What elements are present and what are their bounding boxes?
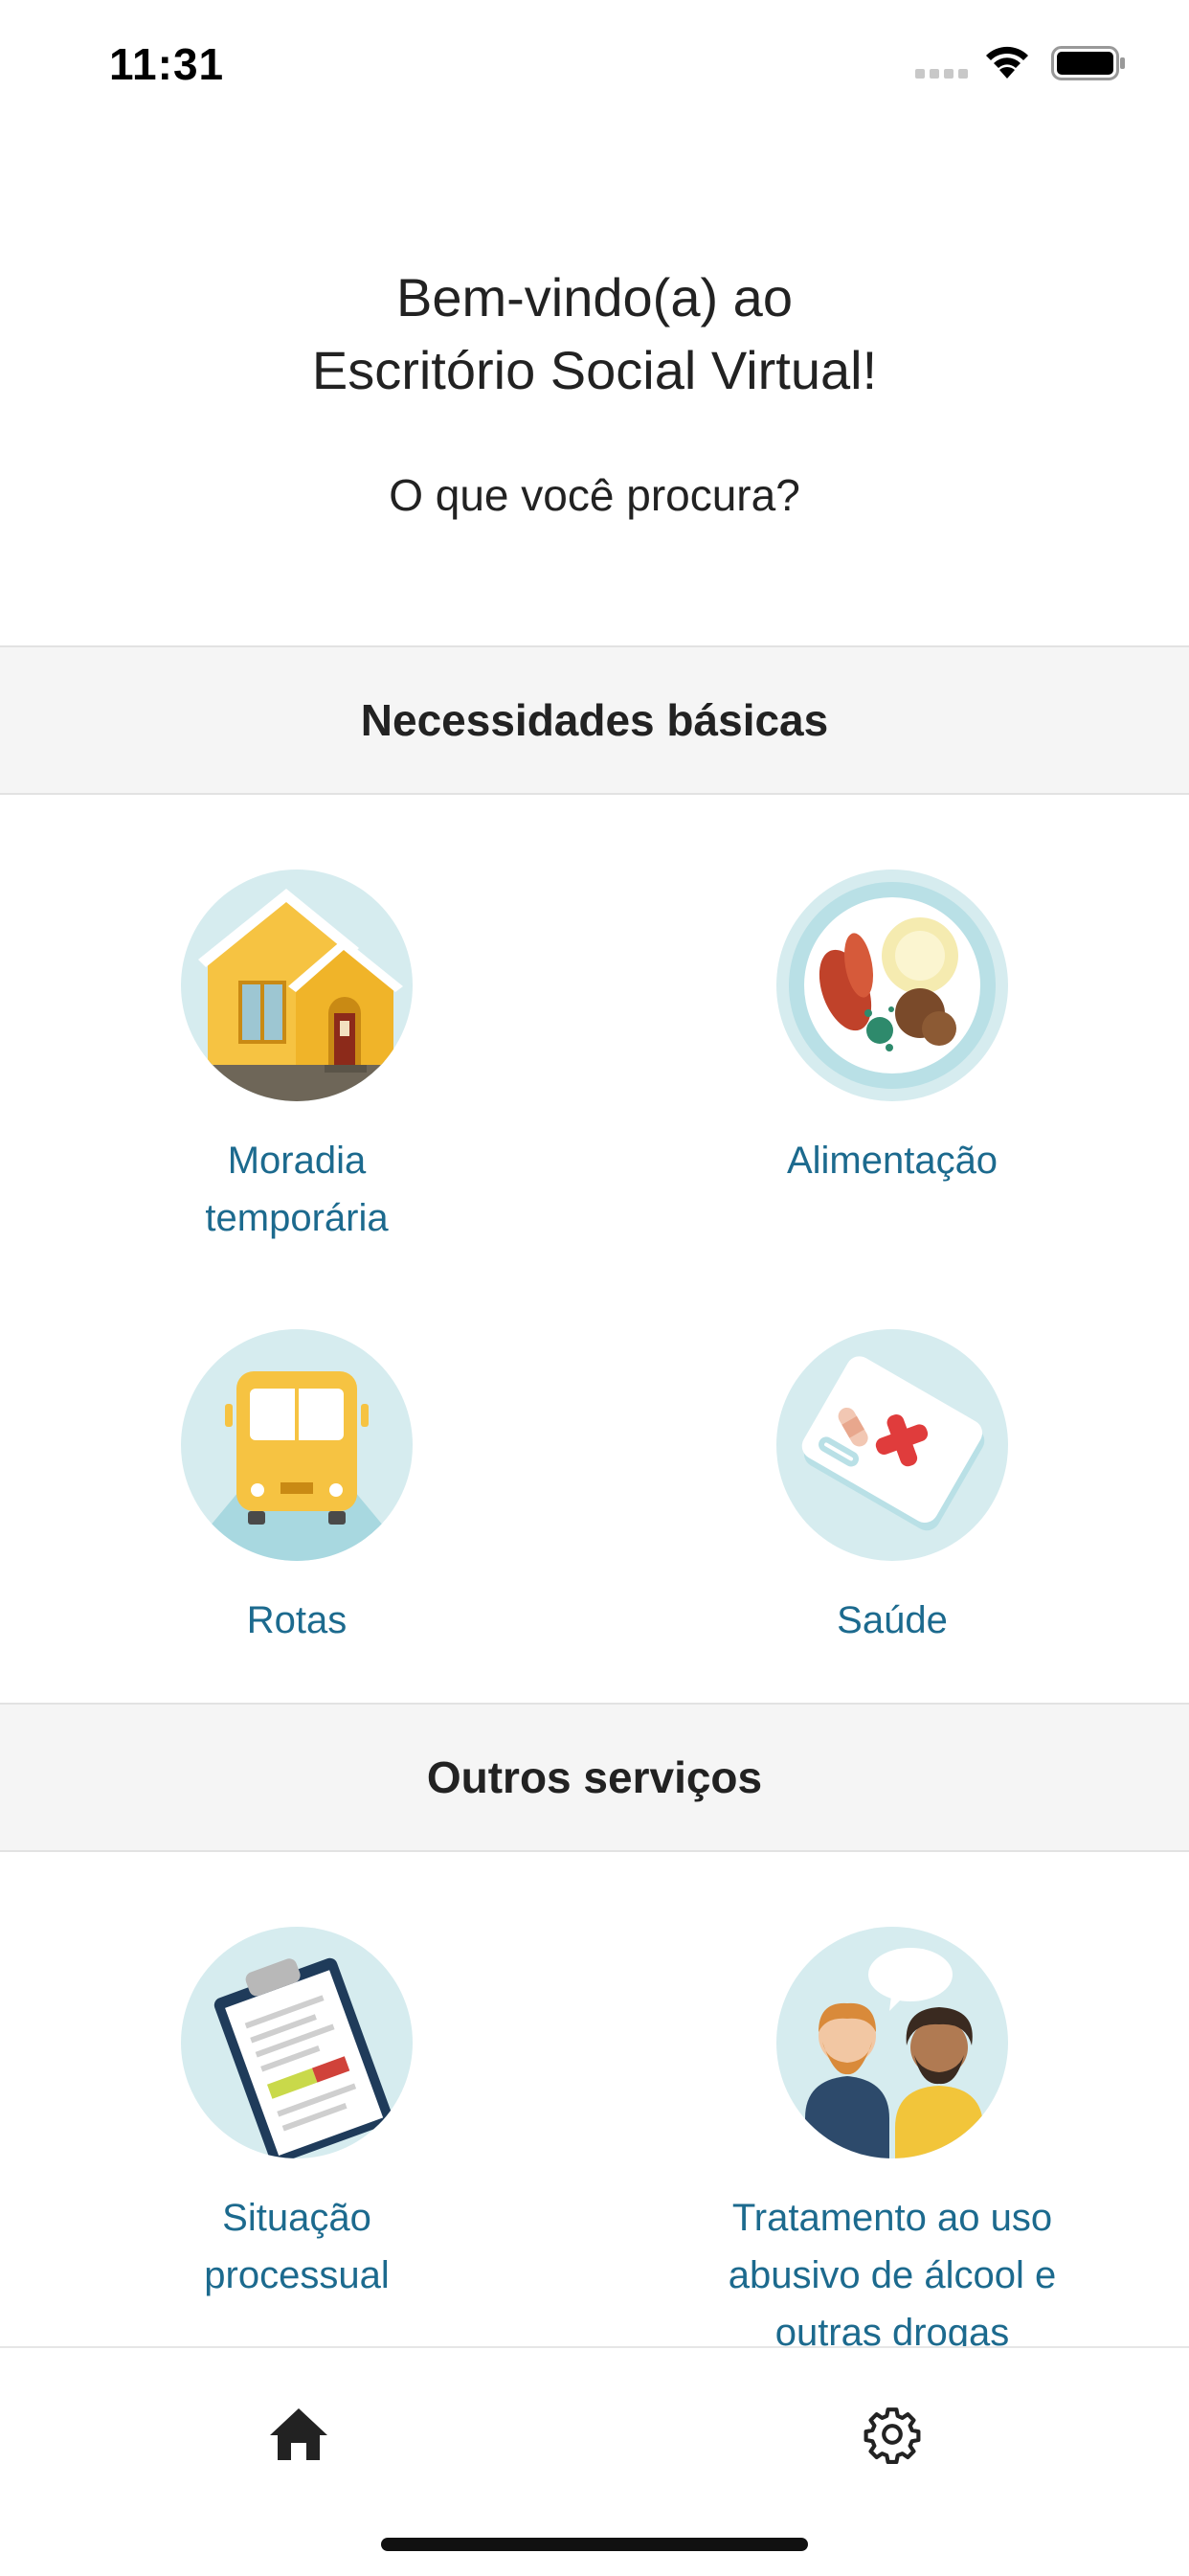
clipboard-icon: [181, 1927, 413, 2158]
house-icon: [181, 870, 413, 1101]
tile-substance-abuse-treatment[interactable]: Tratamento ao uso abusivo de álcool e ou…: [624, 1927, 1160, 2361]
tile-legal-status[interactable]: Situação processual: [29, 1927, 565, 2304]
welcome-title-line1: Bem-vindo(a) ao: [396, 267, 793, 328]
tile-label: Situação processual: [204, 2197, 390, 2296]
section-header-basic-needs: Necessidades básicas: [0, 645, 1189, 795]
tab-home[interactable]: [251, 2386, 347, 2482]
status-bar: 11:31: [0, 0, 1189, 126]
tab-settings[interactable]: [844, 2386, 940, 2482]
people-conversation-icon: [776, 1927, 1008, 2158]
bus-icon: [181, 1329, 413, 1561]
first-aid-kit-icon: [776, 1329, 1008, 1561]
tile-label: Alimentação: [786, 1140, 998, 1182]
tile-label: Rotas: [246, 1599, 348, 1641]
tile-label: Moradia temporária: [205, 1140, 389, 1239]
tile-routes[interactable]: Rotas: [29, 1329, 565, 1649]
wifi-icon: [986, 46, 1028, 79]
status-time: 11:31: [109, 39, 225, 89]
section-header-other-services: Outros serviços: [0, 1703, 1189, 1852]
tile-food[interactable]: Alimentação: [624, 870, 1160, 1189]
welcome-prompt: O que você procura?: [389, 470, 800, 520]
tile-label: Saúde: [837, 1599, 948, 1641]
welcome-title-line2: Escritório Social Virtual!: [311, 340, 878, 400]
food-plate-icon: [776, 870, 1008, 1101]
cellular-signal-icon: [915, 69, 968, 79]
battery-icon: [1051, 46, 1125, 80]
gear-icon: [864, 2407, 921, 2464]
tile-temporary-housing[interactable]: Moradia temporária: [29, 870, 565, 1247]
home-icon: [270, 2408, 327, 2460]
home-indicator: [381, 2538, 808, 2551]
tile-label: Tratamento ao uso abusivo de álcool e ou…: [728, 2197, 1057, 2354]
tile-health[interactable]: Saúde: [624, 1329, 1160, 1649]
